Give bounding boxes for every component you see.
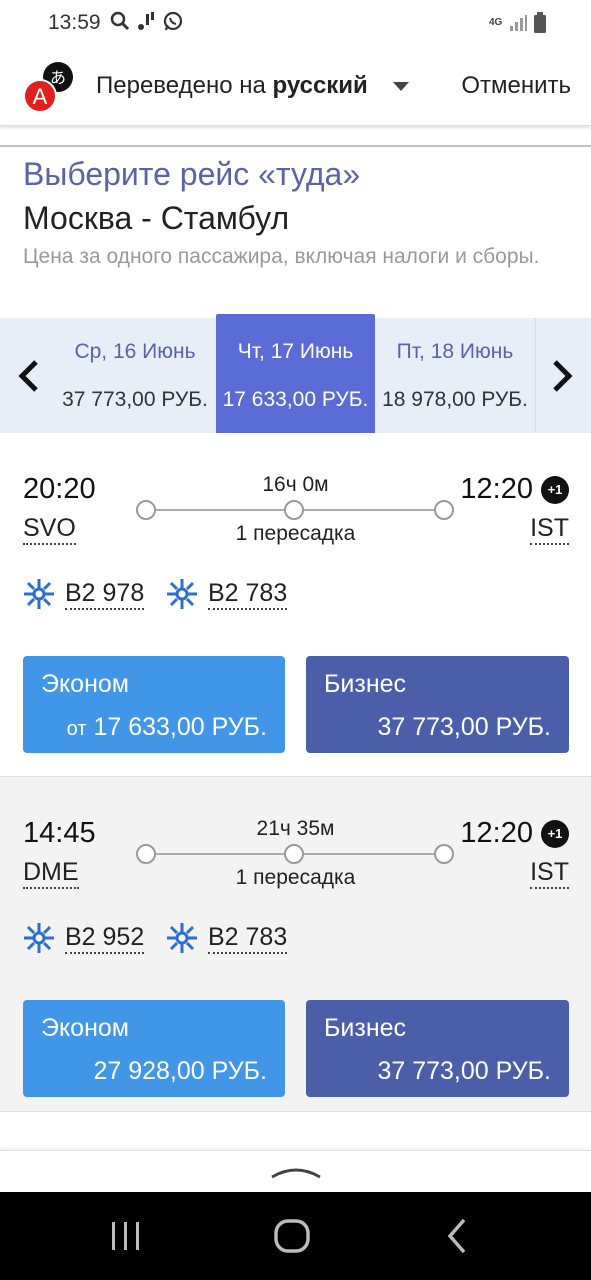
translate-prefix: Переведено на — [96, 72, 266, 99]
fare-name: Эконом — [41, 1014, 129, 1042]
airline-logo-icon — [24, 923, 54, 953]
translate-cancel-button[interactable]: Отменить — [461, 72, 571, 100]
economy-fare-button[interactable]: Эконом 27 928,00 РУБ. — [23, 1000, 285, 1097]
route-stop-dot — [284, 844, 304, 864]
date-label: Чт, 17 Июнь — [237, 340, 354, 363]
home-icon[interactable] — [270, 1214, 314, 1258]
page-title: Выберите рейс «туда» — [23, 156, 361, 192]
flight-card: 20:20 SVO 16ч 0м 1 пересадка 12:20 +1 IS… — [0, 433, 591, 776]
fare-price-value: 27 928,00 РУБ. — [93, 1057, 267, 1085]
signal-icon — [510, 15, 527, 31]
divider — [535, 318, 536, 433]
business-fare-button[interactable]: Бизнес 37 773,00 РУБ. — [306, 656, 569, 753]
svg-text:A: A — [33, 84, 48, 109]
route-origin-dot — [136, 844, 156, 864]
fare-name: Эконом — [41, 670, 129, 698]
fare-price-value: 37 773,00 РУБ. — [377, 713, 551, 741]
translate-language: русский — [272, 72, 368, 99]
fare-name: Бизнес — [324, 670, 407, 698]
chevron-right-icon[interactable] — [547, 358, 577, 394]
stops-count: 1 пересадка — [235, 866, 356, 889]
system-navigation-bar — [0, 1192, 591, 1280]
flight-number[interactable]: B2 978 — [23, 578, 145, 610]
date-price: 18 978,00 РУБ. — [382, 388, 528, 411]
flight-number[interactable]: B2 783 — [166, 922, 288, 954]
fare-name: Бизнес — [324, 1014, 407, 1042]
date-option-18[interactable]: Пт, 18 Июнь 18 978,00 РУБ. — [376, 318, 534, 433]
status-time: 13:59 — [48, 11, 101, 34]
whatsapp-icon — [163, 11, 183, 31]
date-price: 37 773,00 РУБ. — [62, 388, 208, 411]
route-origin-dot — [136, 500, 156, 520]
status-bar: 13:59 4G — [0, 0, 591, 46]
business-fare-button[interactable]: Бизнес 37 773,00 РУБ. — [306, 1000, 569, 1097]
battery-icon — [534, 12, 546, 33]
fare-price: от 17 633,00 РУБ. — [67, 713, 267, 742]
dropdown-caret-icon[interactable] — [393, 82, 409, 91]
route-title: Москва - Стамбул — [23, 200, 290, 236]
route-destination-dot — [434, 500, 454, 520]
day-offset-badge: +1 — [541, 820, 569, 848]
arrival-airport[interactable]: IST — [530, 857, 569, 889]
status-notification-icons — [110, 10, 184, 32]
flight-number-text: B2 783 — [208, 922, 288, 954]
arrival-airport[interactable]: IST — [530, 513, 569, 545]
airline-logo-icon — [167, 923, 197, 953]
date-selector: Ср, 16 Июнь 37 773,00 РУБ. Чт, 17 Июнь 1… — [0, 314, 591, 436]
recent-apps-icon[interactable] — [104, 1214, 148, 1258]
price-note: Цена за одного пассажира, включая налоги… — [23, 245, 540, 268]
flight-number-text: B2 978 — [65, 578, 145, 610]
voicemail-icon — [138, 12, 154, 30]
divider — [0, 145, 591, 147]
svg-text:あ: あ — [50, 68, 66, 87]
back-icon[interactable] — [436, 1214, 480, 1258]
flight-number[interactable]: B2 952 — [23, 922, 145, 954]
date-option-16[interactable]: Ср, 16 Июнь 37 773,00 РУБ. — [56, 318, 214, 433]
network-type: 4G — [489, 17, 503, 28]
route-destination-dot — [434, 844, 454, 864]
economy-fare-button[interactable]: Эконом от 17 633,00 РУБ. — [23, 656, 285, 753]
route-stop-dot — [284, 500, 304, 520]
airline-logo-icon — [24, 579, 54, 609]
arrival-time: 12:20 — [460, 473, 533, 505]
translate-bar: あ A Переведено на русский Отменить — [0, 46, 591, 126]
translate-icon[interactable]: あ A — [22, 60, 76, 114]
fare-from-label: от — [66, 718, 87, 740]
date-option-17-selected[interactable]: Чт, 17 Июнь 17 633,00 РУБ. — [216, 314, 375, 436]
date-label: Пт, 18 Июнь — [396, 340, 514, 363]
stops-count: 1 пересадка — [235, 522, 356, 545]
date-label: Ср, 16 Июнь — [74, 340, 196, 363]
bottom-sheet — [0, 1150, 591, 1192]
flight-number[interactable]: B2 783 — [166, 578, 288, 610]
flight-number-text: B2 952 — [65, 922, 145, 954]
flight-card: 14:45 DME 21ч 35м 1 пересадка 12:20 +1 I… — [0, 776, 591, 1112]
flight-number-text: B2 783 — [208, 578, 288, 610]
fare-price-value: 17 633,00 РУБ. — [93, 713, 267, 741]
status-system-icons: 4G — [489, 12, 547, 34]
date-price: 17 633,00 РУБ. — [222, 388, 369, 411]
chevron-up-icon[interactable] — [270, 1161, 322, 1181]
airline-logo-icon — [167, 579, 197, 609]
day-offset-badge: +1 — [541, 476, 569, 504]
arrival-time: 12:20 — [460, 817, 533, 849]
fare-price-value: 37 773,00 РУБ. — [377, 1057, 551, 1085]
translate-language-selector[interactable]: Переведено на русский — [96, 72, 368, 100]
search-icon — [110, 11, 130, 31]
chevron-left-icon[interactable] — [14, 358, 44, 394]
